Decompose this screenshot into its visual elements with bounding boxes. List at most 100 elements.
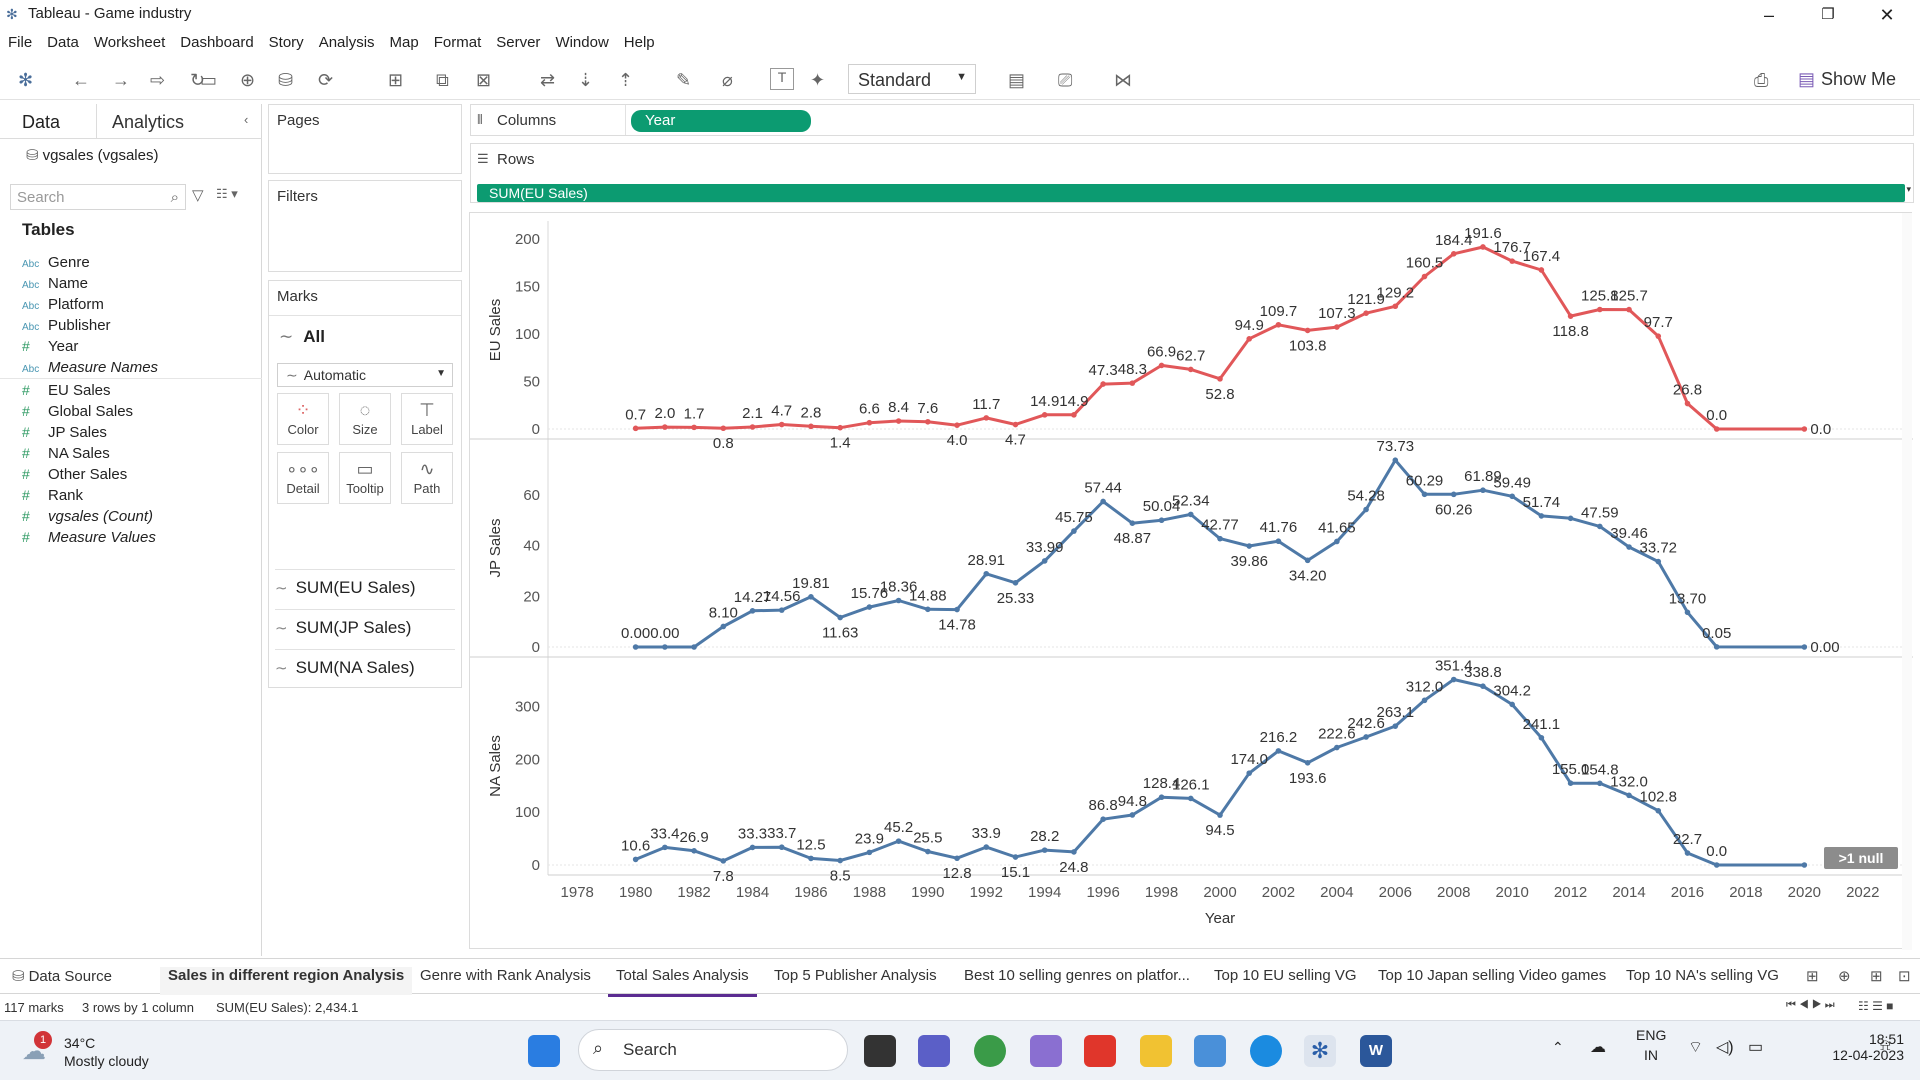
menu-file[interactable]: File: [0, 30, 39, 51]
path-button[interactable]: ∿ Path: [401, 452, 453, 504]
new-dashboard-icon[interactable]: ⊕: [1838, 967, 1851, 985]
menu-dashboard[interactable]: Dashboard: [172, 30, 260, 51]
auto-update-icon[interactable]: ⟳: [318, 70, 333, 91]
clear-sheet-icon[interactable]: ⊠: [476, 70, 491, 91]
label-button[interactable]: ⊤ Label: [401, 393, 453, 445]
sort-ascending-icon[interactable]: ⇣: [578, 70, 593, 91]
menu-analysis[interactable]: Analysis: [311, 30, 382, 51]
tab-sales-region[interactable]: Sales in different region Analysis: [160, 967, 413, 995]
show-me-button[interactable]: ▤ Show Me: [1798, 69, 1896, 90]
volume-icon[interactable]: ◁): [1716, 1037, 1734, 1057]
save-icon[interactable]: ▭: [200, 70, 217, 91]
tab-data[interactable]: Data: [22, 112, 60, 133]
chevron-up-icon[interactable]: ⌃: [1552, 1039, 1564, 1056]
filters-shelf[interactable]: Filters: [268, 180, 462, 272]
sheet-view-icon[interactable]: ☷ ☰ ■: [1858, 999, 1893, 1013]
tab-top5-publisher[interactable]: Top 5 Publisher Analysis: [766, 967, 945, 995]
menu-window[interactable]: Window: [547, 30, 615, 51]
tab-genre-rank[interactable]: Genre with Rank Analysis: [412, 967, 599, 995]
undo-icon[interactable]: ←: [72, 70, 90, 91]
edge-icon[interactable]: [1250, 1035, 1282, 1067]
fix-axes-icon[interactable]: ✦: [810, 70, 825, 91]
tab-total-sales[interactable]: Total Sales Analysis: [608, 967, 757, 997]
share-icon[interactable]: ⋈: [1114, 70, 1132, 91]
year-pill[interactable]: Year: [631, 110, 811, 132]
view-options-icon[interactable]: ☷ ▾: [216, 186, 238, 202]
collapse-pane-icon[interactable]: ‹: [244, 112, 248, 127]
rows-shelf[interactable]: ☰ Rows SUM(EU Sales) ▾: [470, 143, 1914, 203]
presentation-icon[interactable]: ⎚: [1058, 70, 1072, 91]
marks-all[interactable]: ∼ All: [279, 327, 325, 347]
fit-select[interactable]: Standard ▼: [848, 64, 976, 94]
highlight-icon[interactable]: ✎: [676, 70, 691, 91]
tab-top10-japan[interactable]: Top 10 Japan selling Video games: [1370, 967, 1614, 995]
size-button[interactable]: ◌ Size: [339, 393, 391, 445]
close-button[interactable]: ✕: [1864, 2, 1910, 28]
tableau-home-icon[interactable]: ✻: [18, 70, 33, 91]
tab-best10-genres[interactable]: Best 10 selling genres on platfor...: [956, 967, 1198, 995]
file-explorer-icon[interactable]: [1140, 1035, 1172, 1067]
new-story-icon[interactable]: ⊞: [1870, 967, 1883, 985]
language-eng[interactable]: ENG: [1636, 1027, 1666, 1043]
tab-top10-na[interactable]: Top 10 NA's selling VG: [1618, 967, 1787, 995]
notifications-icon[interactable]: ⍾: [1880, 1037, 1891, 1055]
duplicate-sheet-icon[interactable]: ⧉: [436, 70, 449, 91]
new-datasource-icon[interactable]: ⊕: [240, 70, 255, 91]
menu-story[interactable]: Story: [261, 30, 311, 51]
wifi-icon[interactable]: ⌔: [1688, 1037, 1703, 1057]
tooltip-button[interactable]: ▭ Tooltip: [339, 452, 391, 504]
sheet-nav-icon[interactable]: ⏮ ◀ ▶ ⏭: [1786, 999, 1835, 1012]
field-measure-values[interactable]: # Measure Values: [22, 529, 156, 555]
marks-jp-sales[interactable]: ∼ SUM(JP Sales): [275, 609, 455, 645]
minimize-button[interactable]: –: [1746, 2, 1792, 28]
taskbar-search[interactable]: ⌕ Search: [578, 1029, 848, 1071]
datasource-item[interactable]: ⛁ vgsales (vgsales): [26, 146, 158, 164]
scroll-arrow-icon[interactable]: ▾: [1906, 184, 1911, 195]
word-icon[interactable]: W: [1360, 1035, 1392, 1067]
pause-updates-icon[interactable]: ⛁: [278, 70, 293, 91]
marks-eu-sales[interactable]: ∼ SUM(EU Sales): [275, 569, 455, 605]
columns-shelf[interactable]: ⦀ Columns Year: [470, 104, 1914, 136]
language-in[interactable]: IN: [1644, 1047, 1658, 1063]
tableau-taskbar-icon[interactable]: ✻: [1304, 1035, 1336, 1067]
show-labels-icon[interactable]: T: [770, 68, 794, 90]
menu-worksheet[interactable]: Worksheet: [86, 30, 172, 51]
clock[interactable]: 18:51 12-04-2023: [1832, 1031, 1904, 1063]
new-worksheet-icon[interactable]: ⊞: [1806, 967, 1819, 985]
tab-data-source[interactable]: ⛁ Data Source: [4, 967, 120, 995]
menu-server[interactable]: Server: [488, 30, 547, 51]
filter-icon[interactable]: ▽: [192, 186, 204, 204]
windows-start-icon[interactable]: [528, 1035, 560, 1067]
teams-chat-icon[interactable]: [918, 1035, 950, 1067]
color-button[interactable]: ⁘ Color: [277, 393, 329, 445]
mark-type-select[interactable]: ∼ Automatic ▼: [277, 363, 453, 387]
group-icon[interactable]: ⌀: [722, 70, 733, 91]
redo-icon[interactable]: →: [112, 70, 130, 91]
pages-shelf[interactable]: Pages: [268, 104, 462, 174]
detail-button[interactable]: ∘∘∘ Detail: [277, 452, 329, 504]
menu-data[interactable]: Data: [39, 30, 86, 51]
tab-top10-eu[interactable]: Top 10 EU selling VG: [1206, 967, 1365, 995]
tab-analytics[interactable]: Analytics: [112, 112, 184, 133]
replay-icon[interactable]: ⇨: [150, 70, 165, 91]
marks-na-sales[interactable]: ∼ SUM(NA Sales): [275, 649, 455, 685]
snipping-tool-icon[interactable]: [1030, 1035, 1062, 1067]
eu-sales-pill[interactable]: SUM(EU Sales): [477, 184, 1905, 202]
search-input[interactable]: Search ⌕: [10, 184, 186, 210]
cards-icon[interactable]: ▤: [1008, 70, 1025, 91]
new-story2-icon[interactable]: ⊡: [1898, 967, 1911, 985]
task-view-icon[interactable]: [864, 1035, 896, 1067]
maximize-button[interactable]: ❐: [1805, 2, 1851, 28]
onedrive-icon[interactable]: ☁: [1590, 1037, 1606, 1057]
battery-icon[interactable]: ▭: [1748, 1037, 1763, 1057]
format-painter-icon[interactable]: ⎙: [1754, 70, 1768, 91]
menu-map[interactable]: Map: [382, 30, 426, 51]
menu-help[interactable]: Help: [616, 30, 662, 51]
view-canvas[interactable]: 0 50 100 150 200 EU Sales 0.7 2.0 1.7 0.8 2.1 4.7 2.…: [469, 212, 1913, 950]
swap-icon[interactable]: ⇄: [540, 70, 555, 91]
chrome-icon[interactable]: [974, 1035, 1006, 1067]
control-panel-icon[interactable]: [1194, 1035, 1226, 1067]
new-worksheet-icon[interactable]: ⊞: [388, 70, 403, 91]
sort-descending-icon[interactable]: ⇡: [618, 70, 633, 91]
menu-format[interactable]: Format: [426, 30, 489, 51]
